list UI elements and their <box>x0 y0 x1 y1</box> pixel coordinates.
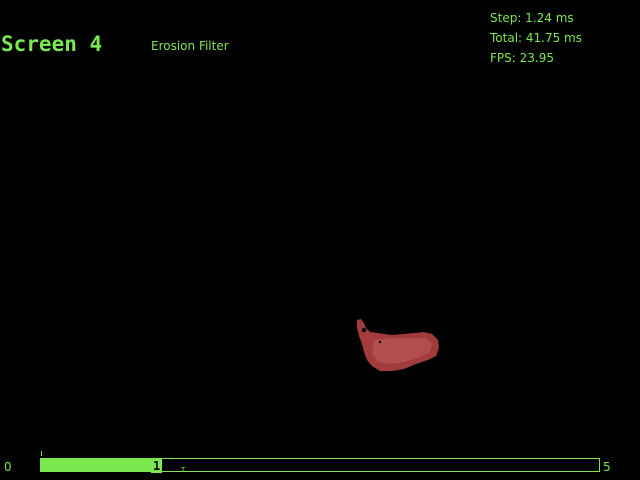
eroded-blob <box>357 319 439 371</box>
filter-label: Erosion Filter <box>151 39 229 53</box>
timeline-end-label: 5 <box>603 460 611 474</box>
step-time: Step: 1.24 ms <box>490 11 574 25</box>
stats-panel: Step: 1.24 ms Total: 41.75 ms FPS: 23.95 <box>490 8 582 68</box>
timeline-marker: T <box>181 466 186 474</box>
timeline-start-label: 0 <box>4 460 12 474</box>
timeline-current-label: 1 <box>151 459 163 473</box>
timeline-fill <box>41 459 153 471</box>
fps-readout: FPS: 23.95 <box>490 51 554 65</box>
blob-dot <box>378 340 382 344</box>
screen-title: Screen 4 <box>1 32 103 56</box>
total-time: Total: 41.75 ms <box>490 31 582 45</box>
blob-hole <box>361 327 367 333</box>
timeline-start-tick <box>41 451 42 456</box>
timeline-bar[interactable] <box>40 458 600 472</box>
